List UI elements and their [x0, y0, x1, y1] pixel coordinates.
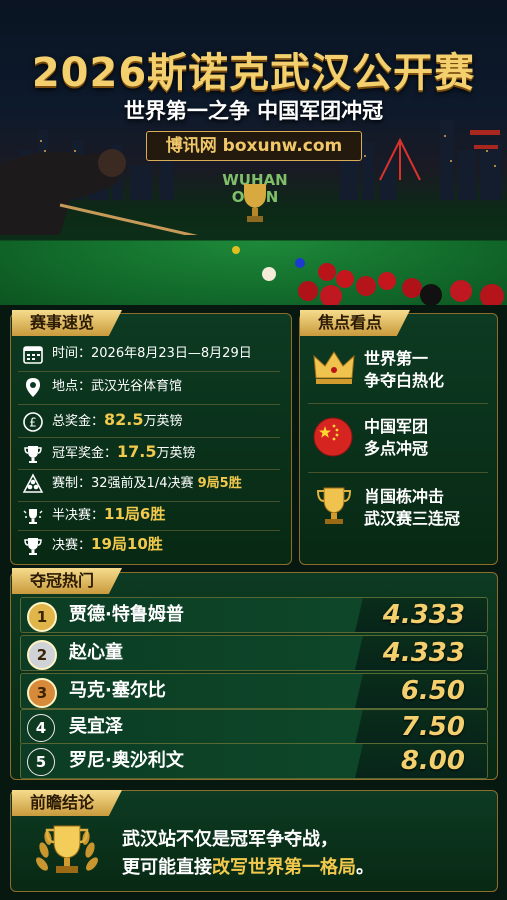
calendar-icon	[23, 345, 43, 364]
odds-value: 4.333	[382, 638, 465, 668]
odds-value: 4.333	[382, 600, 465, 630]
divider	[18, 469, 280, 470]
focus-3-line1: 肖国栋冲击	[364, 487, 445, 506]
rank-badge: 3	[27, 678, 57, 708]
favorite-row: 5 罗尼·奥沙利文 8.00	[20, 743, 488, 779]
overview-row-format: 赛制：32强前及1/4决赛 9局5胜	[22, 472, 242, 496]
trophy-icon	[316, 487, 352, 524]
favorite-row: 3 马克·塞尔比 6.50	[20, 673, 488, 709]
favorite-row: 4 吴宜泽 7.50	[20, 709, 488, 745]
red-ball	[356, 276, 376, 296]
china-flag-icon	[313, 417, 353, 457]
player-name: 马克·塞尔比	[69, 680, 166, 701]
snooker-balls-icon	[22, 472, 44, 493]
divider	[18, 371, 280, 372]
conclusion-line1: 武汉站不仅是冠军争夺战，	[122, 829, 338, 850]
format-label: 赛制：	[52, 476, 92, 491]
red-ball	[480, 284, 504, 305]
time-value: 2026年8月23日—8月29日	[91, 346, 252, 361]
divider	[18, 437, 280, 438]
prize-amount: 82.5	[104, 410, 144, 429]
divider	[18, 530, 280, 531]
trophy-icon	[24, 445, 42, 463]
location-pin-icon	[26, 377, 40, 397]
overview-row-time: 时间：2026年8月23日—8月29日	[22, 342, 252, 366]
semifinal-label: 半决赛：	[52, 508, 105, 523]
conclusion-line2-a: 更可能直接	[122, 857, 212, 878]
player-name: 吴宜泽	[69, 716, 123, 737]
conclusion-highlight: 改写世界第一格局	[212, 857, 356, 878]
player-name: 赵心童	[69, 642, 123, 663]
overview-row-semifinal: 半决赛：11局6胜	[22, 502, 165, 526]
final-label: 决赛：	[52, 538, 92, 553]
page-subtitle: 世界第一之争 中国军团冲冠	[123, 99, 384, 123]
prize-unit: 万英镑	[143, 414, 183, 429]
red-ball	[320, 285, 342, 305]
odds-value: 6.50	[400, 676, 465, 706]
conclusion-tag: 前瞻结论	[12, 790, 123, 816]
overview-row-prize: £ 总奖金：82.5万英镑	[22, 408, 183, 432]
red-ball	[298, 281, 318, 301]
rank-badge: 2	[27, 640, 57, 670]
red-ball	[402, 278, 422, 298]
conclusion-line2-c: 。	[356, 857, 374, 878]
overview-tag: 赛事速览	[12, 310, 123, 336]
conclusion-text: 武汉站不仅是冠军争夺战， 更可能直接改写世界第一格局。	[122, 826, 374, 882]
winner-prize-amount: 17.5	[117, 442, 157, 461]
pound-coin-icon: £	[23, 411, 43, 432]
rank-badge: 5	[27, 748, 55, 776]
odds-value: 8.00	[400, 746, 465, 776]
format-value: 32强前及1/4决赛	[91, 476, 198, 491]
focus-3-line2: 武汉赛三连冠	[364, 509, 461, 528]
player-name: 罗尼·奥沙利文	[69, 750, 184, 771]
player-name: 贾德·特鲁姆普	[69, 604, 184, 625]
favorites-tag: 夺冠热门	[12, 568, 123, 594]
prize-label: 总奖金：	[52, 414, 105, 429]
overview-row-final: 决赛：19局10胜	[22, 532, 163, 556]
red-ball	[336, 270, 354, 288]
svg-text:£: £	[29, 415, 37, 429]
black-ball	[420, 284, 442, 305]
odds-value: 7.50	[400, 712, 465, 742]
final-frames: 19局10胜	[91, 535, 163, 553]
blue-ball	[295, 258, 305, 268]
divider	[308, 403, 488, 404]
venue-label: 地点：	[52, 379, 92, 394]
rank-badge: 4	[27, 714, 55, 742]
red-ball	[450, 280, 472, 302]
focus-item-world-no1: 世界第一 争夺白热化	[312, 342, 492, 402]
yellow-ball	[232, 246, 240, 254]
divider	[18, 404, 280, 405]
divider	[308, 472, 488, 473]
focus-2-line1: 中国军团	[364, 417, 429, 436]
page-title: 2026斯诺克武汉公开赛	[31, 50, 476, 96]
focus-item-china-team: 中国军团 多点冲冠	[312, 410, 492, 470]
red-ball	[378, 272, 396, 290]
trophy-on-stage-icon	[244, 184, 266, 222]
cue-ball	[262, 267, 276, 281]
overview-row-winner-prize: 冠军奖金：17.5万英镑	[22, 440, 196, 464]
focus-1-line1: 世界第一	[364, 349, 429, 368]
overview-row-venue: 地点：武汉光谷体育馆	[22, 375, 182, 399]
semifinal-frames: 11局6胜	[104, 505, 166, 523]
rank-badge: 1	[27, 602, 57, 632]
focus-tag: 焦点看点	[300, 310, 411, 336]
focus-item-xiao-guodong: 肖国栋冲击武汉赛三连冠	[312, 480, 492, 540]
laurel-trophy-icon	[36, 825, 98, 873]
winner-prize-label: 冠军奖金：	[52, 446, 118, 461]
red-ball	[318, 263, 336, 281]
semifinal-icon	[23, 508, 43, 524]
crown-icon	[313, 351, 355, 384]
focus-2-line2: 多点冲冠	[364, 439, 429, 458]
favorite-row: 2 赵心童 4.333	[20, 635, 488, 671]
winner-prize-unit: 万英镑	[156, 446, 196, 461]
focus-1-line2: 争夺白热化	[364, 371, 445, 390]
venue-value: 武汉光谷体育馆	[91, 379, 183, 394]
source-badge[interactable]: 博讯网 boxunw.com	[146, 131, 362, 161]
final-trophy-icon	[24, 537, 42, 555]
format-frames: 9局5胜	[197, 476, 242, 491]
time-label: 时间：	[52, 346, 92, 361]
favorite-row: 1 贾德·特鲁姆普 4.333	[20, 597, 488, 633]
